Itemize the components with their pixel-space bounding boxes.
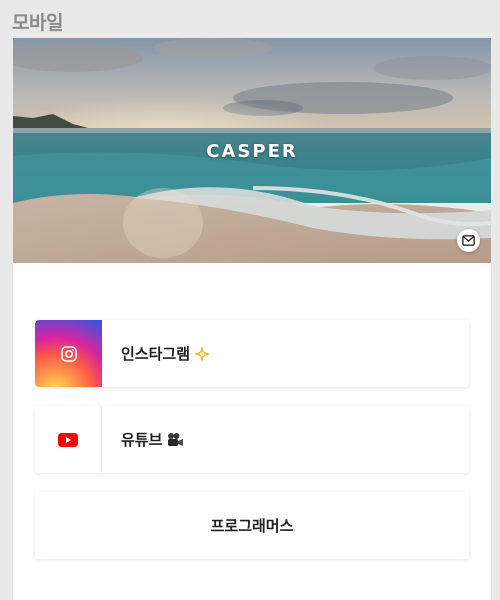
mail-icon bbox=[462, 235, 475, 246]
mobile-preview: CASPER 인스타그램 유튜브 프로그래머스 bbox=[13, 38, 491, 600]
link-label: 인스타그램 bbox=[121, 345, 191, 363]
link-youtube[interactable]: 유튜브 bbox=[35, 406, 469, 473]
link-programmers[interactable]: 프로그래머스 bbox=[35, 492, 469, 559]
instagram-icon bbox=[60, 345, 77, 362]
youtube-icon bbox=[58, 432, 78, 447]
link-label: 프로그래머스 bbox=[210, 517, 294, 535]
link-list: 인스타그램 유튜브 프로그래머스 bbox=[35, 320, 469, 578]
link-instagram[interactable]: 인스타그램 bbox=[35, 320, 469, 387]
profile-name: CASPER bbox=[206, 141, 298, 162]
sparkle-star-icon bbox=[194, 345, 210, 362]
profile-header: CASPER bbox=[13, 38, 491, 263]
contact-mail-button[interactable] bbox=[457, 229, 480, 252]
youtube-icon-tile bbox=[35, 406, 102, 473]
link-label: 유튜브 bbox=[121, 431, 163, 449]
page-label: 모바일 bbox=[12, 12, 63, 34]
instagram-icon-tile bbox=[35, 320, 102, 387]
movie-camera-icon bbox=[166, 432, 184, 448]
